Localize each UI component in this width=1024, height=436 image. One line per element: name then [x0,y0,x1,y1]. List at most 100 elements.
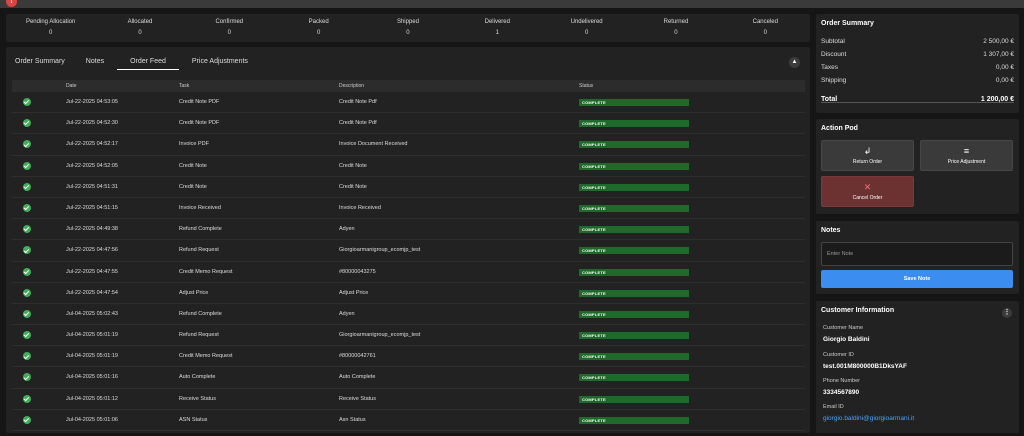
chevron-up-icon[interactable]: ▲ [789,57,800,68]
check-circle-icon [23,161,31,170]
row-description: #80000042761 [339,353,376,360]
row-description: Credit Note Pdf [339,120,377,127]
table-row[interactable]: Jul-22-2025 04:47:55 Credit Memo Request #… [12,262,805,283]
row-task: Credit Note PDF [179,99,220,105]
row-task: Credit Note PDF [179,120,220,127]
status-badge: COMPLETE [579,247,689,255]
row-task: Credit Note [179,183,207,190]
row-description: Giorgioarmanigroup_ecomjp_test [339,247,421,254]
table-header: Date Task Description Status [12,80,805,92]
table-body: Jul-22-2025 04:53:05 Credit Note PDF Credi… [12,92,805,431]
row-date: Jul-04-2025 05:01:19 [66,332,118,339]
status-delivered: Delivered 1 [484,19,510,36]
phone-label: Phone Number [823,378,860,384]
status-undelivered: Undelivered 0 [570,19,603,36]
save-note-button[interactable]: Save Note [821,270,1013,288]
column-description[interactable]: Description [339,83,364,89]
status-allocated: Allocated 0 [127,19,153,36]
table-row[interactable]: Jul-22-2025 04:53:05 Credit Note PDF Credi… [12,92,805,114]
row-description: Giorgioarmanigroup_ecomjp_test [339,332,421,339]
row-task: Credit Memo Request [179,268,233,275]
column-status[interactable]: Status [579,83,593,89]
email-link[interactable]: giorgio.baldini@giorgioarmani.it [823,415,914,422]
check-circle-icon [23,140,31,149]
check-circle-icon [23,225,31,234]
action-pod-title: Action Pod [821,125,858,132]
phone-number: 3334567890 [823,389,860,396]
row-description: Adyen [339,226,355,233]
table-row[interactable]: Jul-22-2025 04:52:17 Invoice PDF Invoice D… [12,134,805,156]
table-row[interactable]: Jul-04-2025 05:01:19 Refund Request Giorgi… [12,325,805,347]
row-date: Jul-04-2025 05:02:43 [66,310,118,317]
row-task: Auto Complete [179,374,216,381]
table-row[interactable]: Jul-22-2025 04:52:30 Credit Note PDF Credi… [12,113,805,135]
close-icon: ✕ [863,182,872,192]
table-row[interactable]: Jul-22-2025 04:52:05 Credit Note Credit No… [12,156,805,177]
row-task: Invoice PDF [179,141,209,148]
status-badge: COMPLETE [579,395,689,403]
row-description: Receive Status [339,395,376,402]
status-badge: COMPLETE [579,268,689,276]
return-order-button[interactable]: ↲ Return Order [821,140,914,171]
status-pending-allocation: Pending Allocation 0 [25,19,76,36]
row-description: Adyen [339,310,355,317]
order-feed-panel: Order Summary Notes Order Feed Price Adj… [6,47,810,433]
note-input[interactable] [821,242,1013,266]
column-task[interactable]: Task [179,83,189,89]
row-description: Adjust Price [339,289,369,296]
status-returned: Returned 0 [663,19,689,36]
sliders-icon: ≡ [963,146,970,156]
status-shipped: Shipped 0 [396,19,419,36]
customer-info-title: Customer Information [821,307,895,314]
price-adjustment-button[interactable]: ≡ Price Adjustment [920,140,1013,171]
table-row[interactable]: Jul-04-2025 05:01:12 Receive Status Receiv… [12,389,805,410]
tab-notes[interactable]: Notes [86,56,104,70]
table-row[interactable]: Jul-04-2025 05:01:19 Credit Memo Request #… [12,346,805,368]
tab-order-summary[interactable]: Order Summary [15,56,65,70]
row-date: Jul-22-2025 04:49:38 [66,226,118,233]
status-badge: COMPLETE [579,374,689,382]
table-row[interactable]: Jul-22-2025 04:51:31 Credit Note Credit No… [12,177,805,198]
row-date: Jul-04-2025 05:01:06 [66,416,118,423]
table-row[interactable]: Jul-04-2025 05:01:06 ASN Status Asn Status… [12,410,805,431]
tab-price-adjustments[interactable]: Price Adjustments [192,56,248,70]
tab-order-feed[interactable]: Order Feed [117,56,179,70]
check-circle-icon [23,267,31,276]
row-date: Jul-22-2025 04:47:56 [66,247,118,254]
row-description: Asn Status [339,416,366,423]
table-row[interactable]: Jul-04-2025 05:02:43 Refund Complete Adyen… [12,304,805,326]
row-date: Jul-22-2025 04:52:17 [66,141,118,148]
status-badge: COMPLETE [579,289,689,297]
table-row[interactable]: Jul-22-2025 04:51:15 Invoice Received Invo… [12,198,805,220]
status-badge: COMPLETE [579,226,689,234]
more-vertical-icon[interactable]: ⋮ [1002,308,1012,318]
email-label: Email ID [823,404,844,410]
top-bar: ! [0,0,1024,8]
row-description: Invoice Document Received [339,141,408,148]
status-badge: COMPLETE [579,332,689,340]
status-badge: COMPLETE [579,120,689,128]
cancel-order-button[interactable]: ✕ Cancel Order [821,176,914,207]
customer-id: test.001M800000B1DksYAF [823,363,907,370]
check-circle-icon [23,98,31,106]
order-summary-title: Order Summary [821,20,874,27]
column-date[interactable]: Date [66,83,77,89]
table-row[interactable]: Jul-22-2025 04:47:54 Adjust Price Adjust P… [12,283,805,304]
row-task: ASN Status [179,416,208,423]
row-date: Jul-04-2025 05:01:19 [66,353,118,360]
table-row[interactable]: Jul-04-2025 05:01:16 Auto Complete Auto Co… [12,367,805,389]
check-circle-icon [23,246,31,255]
row-date: Jul-22-2025 04:52:30 [66,120,118,127]
status-badge: COMPLETE [579,204,689,212]
check-circle-icon [23,288,31,297]
row-description: Auto Complete [339,374,376,381]
alert-icon[interactable]: ! [6,0,17,7]
row-task: Adjust Price [179,289,209,296]
check-circle-icon [23,394,31,403]
table-row[interactable]: Jul-22-2025 04:47:56 Refund Request Giorgi… [12,240,805,262]
customer-name-label: Customer Name [823,325,864,331]
order-summary-card: Order Summary Subtotal 2 500,00 € Discoun… [816,14,1019,113]
row-date: Jul-22-2025 04:51:31 [66,183,118,190]
status-badge: COMPLETE [579,353,689,361]
table-row[interactable]: Jul-22-2025 04:49:38 Refund Complete Adyen… [12,219,805,241]
